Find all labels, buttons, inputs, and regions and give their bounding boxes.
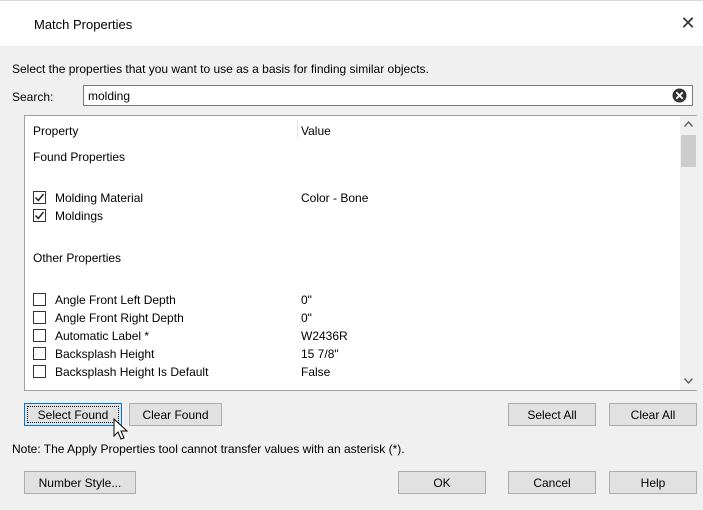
instruction-text: Select the properties that you want to u… [12,62,429,76]
help-button[interactable]: Help [609,471,697,494]
property-value: Color - Bone [301,191,369,205]
select-all-button[interactable]: Select All [508,403,596,426]
clear-found-button[interactable]: Clear Found [129,403,222,426]
property-value: False [301,365,331,379]
scroll-up-icon[interactable] [680,116,697,133]
property-name: Angle Front Left Depth [55,293,176,307]
column-header-value[interactable]: Value [301,124,331,138]
list-item-backsplash-height[interactable]: Backsplash Height 15 7/8" [33,346,673,363]
list-item-angle-front-right-depth[interactable]: Angle Front Right Depth 0" [33,310,673,327]
search-input[interactable] [88,87,658,104]
clear-search-icon[interactable] [672,88,687,103]
checkbox-angle-front-left-depth[interactable] [33,293,46,306]
column-header-property[interactable]: Property [33,124,78,138]
properties-list[interactable]: Property Value Found Properties Molding … [24,115,697,391]
checkmark-icon [34,193,45,202]
other-properties-header: Other Properties [33,251,122,265]
vertical-scrollbar[interactable] [680,116,697,390]
asterisk-note: Note: The Apply Properties tool cannot t… [12,442,405,456]
property-value: 0" [301,293,312,307]
list-item-moldings[interactable]: Moldings [33,208,673,225]
property-name: Backsplash Height Is Default [55,365,209,379]
property-value: 0" [301,311,312,325]
mouse-cursor-icon [113,418,129,440]
list-item-angle-front-left-depth[interactable]: Angle Front Left Depth 0" [33,292,673,309]
checkbox-backsplash-height-is-default[interactable] [33,365,46,378]
property-value: W2436R [301,329,348,343]
close-icon[interactable]: ✕ [676,11,700,35]
list-item-automatic-label[interactable]: Automatic Label * W2436R [33,328,673,345]
scroll-thumb[interactable] [681,135,696,167]
list-item-backsplash-height-is-default[interactable]: Backsplash Height Is Default False [33,364,673,381]
clear-all-button[interactable]: Clear All [609,403,697,426]
checkbox-backsplash-height[interactable] [33,347,46,360]
checkbox-molding-material[interactable] [33,191,46,204]
list-item-molding-material[interactable]: Molding Material Color - Bone [33,190,673,207]
checkbox-moldings[interactable] [33,209,46,222]
found-properties-header: Found Properties [33,150,126,164]
property-name: Moldings [55,209,104,223]
property-name: Angle Front Right Depth [55,311,184,325]
focus-ring [27,406,119,423]
search-label: Search: [12,90,54,104]
search-field [83,85,693,106]
select-found-button[interactable]: Select Found [24,403,122,426]
checkbox-automatic-label[interactable] [33,329,46,342]
match-properties-dialog: Match Properties ✕ Select the properties… [0,0,703,510]
dialog-title: Match Properties [34,17,133,32]
property-value: 15 7/8" [301,347,339,361]
number-style-button[interactable]: Number Style... [24,471,136,494]
property-name: Molding Material [55,191,144,205]
property-name: Automatic Label * [55,329,150,343]
cancel-button[interactable]: Cancel [508,471,596,494]
column-divider[interactable] [297,120,298,138]
checkbox-angle-front-right-depth[interactable] [33,311,46,324]
property-name: Backsplash Height [55,347,155,361]
title-bar: Match Properties ✕ [0,1,703,46]
ok-button[interactable]: OK [398,471,486,494]
checkmark-icon [34,211,45,220]
scroll-down-icon[interactable] [680,373,697,390]
